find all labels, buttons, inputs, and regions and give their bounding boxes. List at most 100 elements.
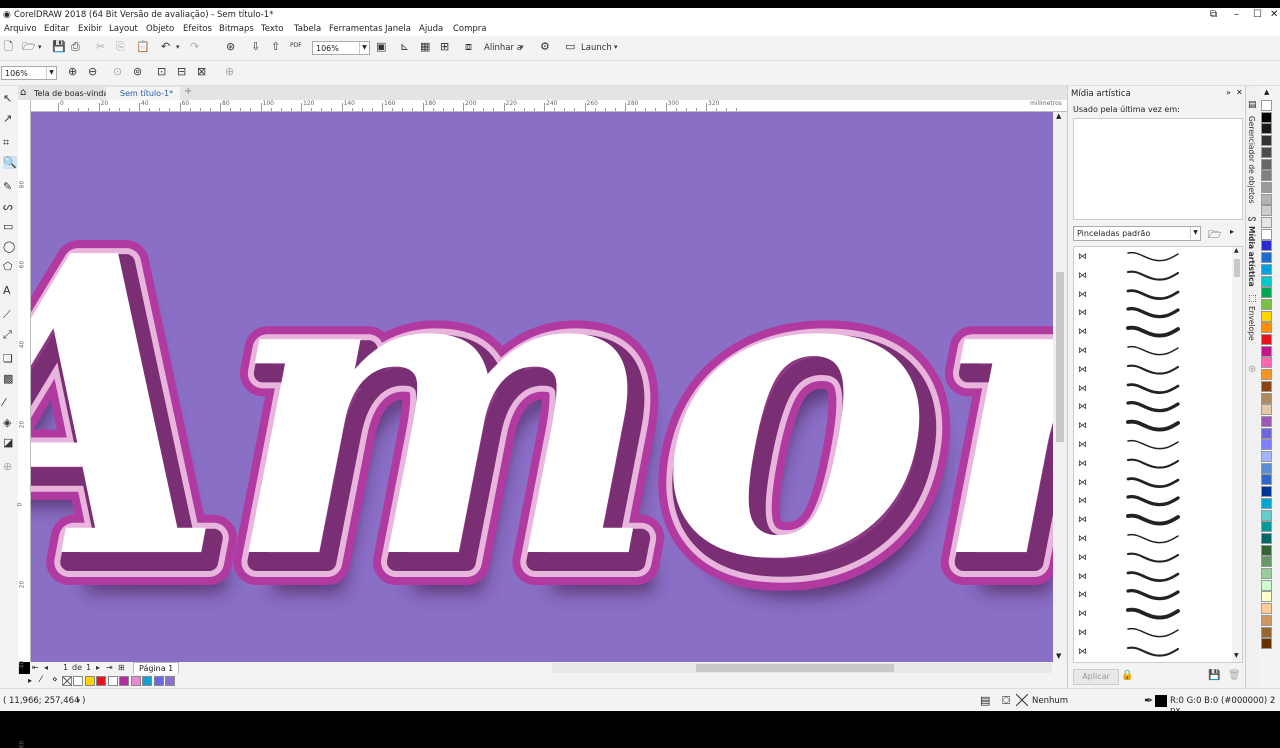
save-icon[interactable]: 💾 (52, 41, 66, 53)
document-color-swatch[interactable] (119, 676, 129, 686)
document-color-swatch[interactable] (73, 676, 83, 686)
horizontal-scroll-thumb[interactable] (696, 664, 894, 672)
palette-color-swatch[interactable] (1261, 579, 1272, 591)
palette-color-swatch[interactable] (1261, 158, 1272, 170)
brush-preset-item[interactable]: ⋈ (1074, 531, 1230, 549)
brush-preset-item[interactable]: ⋈ (1074, 456, 1230, 474)
brush-preset-item[interactable]: ⋈ (1074, 305, 1230, 323)
horizontal-scrollbar[interactable] (552, 663, 1052, 673)
shape-tool-icon[interactable]: ↗ (3, 112, 12, 125)
brush-preset-item[interactable]: ⋈ (1074, 437, 1230, 455)
pdf-icon[interactable]: PDF (290, 40, 302, 52)
docker-close-icon[interactable]: ✕ (1236, 88, 1243, 97)
status-menu-icon[interactable]: ▸ (77, 696, 81, 704)
zoom-level-combo[interactable]: 106% ▼ (312, 41, 370, 55)
document-color-swatch[interactable] (142, 676, 152, 686)
palette-color-swatch[interactable] (1261, 217, 1272, 228)
align-dropdown-icon[interactable]: ▾ (520, 41, 524, 53)
print-icon[interactable]: ⎙ (71, 41, 80, 53)
palette-color-swatch[interactable] (1261, 123, 1272, 135)
palette-color-swatch[interactable] (1261, 369, 1272, 381)
redo-icon[interactable]: ↷ (190, 41, 199, 53)
interactive-fill-tool-icon[interactable]: ◈ (3, 416, 11, 429)
palette-color-swatch[interactable] (1261, 205, 1272, 217)
menu-layout[interactable]: Layout (109, 24, 138, 34)
palette-color-swatch[interactable] (1261, 146, 1272, 158)
document-color-swatch[interactable] (96, 676, 106, 686)
palette-color-swatch[interactable] (1261, 486, 1272, 498)
palette-color-swatch[interactable] (1261, 252, 1272, 264)
palette-color-swatch[interactable] (1261, 298, 1272, 310)
search-content-icon[interactable]: ⊛ (226, 41, 235, 53)
brush-preset-item[interactable]: ⋈ (1074, 268, 1230, 286)
palette-color-swatch[interactable] (1261, 614, 1272, 626)
zoom-page-icon[interactable]: ⊡ (157, 66, 166, 78)
zoom-all-icon[interactable]: ⊚ (133, 66, 142, 78)
brush-preset-item[interactable]: ⋈ (1074, 625, 1230, 643)
show-guidelines-icon[interactable]: ⊞ (440, 41, 449, 53)
palette-color-swatch[interactable] (1261, 603, 1272, 615)
palette-color-swatch[interactable] (1261, 334, 1272, 345)
zoom-in-icon[interactable]: ⊕ (68, 66, 77, 78)
palette-color-swatch[interactable] (1261, 263, 1272, 275)
freehand-tool-icon[interactable]: ✎ (3, 180, 12, 193)
palette-color-swatch[interactable] (1261, 638, 1272, 650)
palette-color-swatch[interactable] (1261, 415, 1272, 427)
drawing-canvas[interactable]: Amor Amor Amor Amor Amor (31, 112, 1053, 662)
polygon-tool-icon[interactable]: ⬠ (3, 260, 13, 273)
close-button[interactable]: ✕ (1270, 9, 1278, 20)
palette-color-swatch[interactable] (1261, 181, 1272, 193)
first-page-icon[interactable]: ⇤ (32, 662, 39, 674)
brush-preset-item[interactable]: ⋈ (1074, 399, 1230, 417)
minimize-button[interactable]: – (1234, 9, 1239, 20)
document-color-swatch[interactable] (153, 676, 164, 686)
menu-tabela[interactable]: Tabela (294, 24, 321, 34)
palette-color-swatch[interactable] (1261, 170, 1272, 182)
menu-janela[interactable]: Janela (385, 24, 411, 34)
brush-preset-item[interactable]: ⋈ (1074, 644, 1230, 662)
menu-ferramentas[interactable]: Ferramentas (329, 24, 383, 34)
brush-preset-item[interactable]: ⋈ (1074, 606, 1230, 624)
menu-ajuda[interactable]: Ajuda (419, 24, 443, 34)
brush-preset-item[interactable]: ⋈ (1074, 287, 1230, 305)
docker-flyout-icon[interactable]: ▸ (1230, 227, 1234, 236)
palette-color-swatch[interactable] (1261, 591, 1272, 603)
add-page-icon[interactable]: ⊞ (118, 662, 125, 674)
palette-scroll-up-icon[interactable]: ▲ (1264, 88, 1269, 96)
color-proof-icon[interactable]: ▤ (980, 694, 990, 707)
palette-color-swatch[interactable] (1261, 521, 1272, 533)
palette-color-swatch[interactable] (1261, 427, 1272, 439)
palette-color-swatch[interactable] (1261, 275, 1272, 287)
show-grid-icon[interactable]: ▦ (420, 41, 430, 53)
brush-preset-item[interactable]: ⋈ (1074, 324, 1230, 342)
brush-preset-item[interactable]: ⋈ (1074, 475, 1230, 493)
full-screen-icon[interactable]: ▣ (376, 41, 386, 53)
tab-object-manager[interactable]: Gerenciador de objetos (1247, 116, 1256, 204)
dimension-tool-icon[interactable]: ⟋ (3, 308, 11, 322)
palette-color-swatch[interactable] (1261, 568, 1272, 579)
show-rulers-icon[interactable]: ⊾ (400, 41, 409, 53)
palette-color-swatch[interactable] (1261, 474, 1272, 486)
ellipse-tool-icon[interactable]: ◯ (3, 240, 15, 253)
brush-list-scroll-thumb[interactable] (1234, 259, 1240, 277)
palette-color-swatch[interactable] (1261, 439, 1272, 451)
palette-color-swatch[interactable] (1261, 193, 1272, 205)
snap-icon[interactable]: ⧈ (465, 41, 472, 53)
connector-tool-icon[interactable]: ⤢ (3, 328, 12, 342)
add-docker-icon[interactable]: ⊕ (1248, 364, 1256, 375)
document-color-swatch[interactable] (165, 676, 175, 686)
property-zoom-combo[interactable]: 106% ▼ (1, 66, 57, 80)
palette-color-swatch[interactable] (1261, 404, 1272, 416)
palette-menu-icon[interactable]: ▸ (28, 676, 32, 685)
palette-color-swatch[interactable] (1261, 322, 1272, 334)
envelope-icon[interactable]: ⬚ (1248, 294, 1257, 304)
brush-list-scrollbar[interactable]: ▲ ▼ (1232, 247, 1242, 662)
tab-document[interactable]: Sem título-1* (106, 87, 180, 100)
menu-editar[interactable]: Editar (44, 24, 69, 34)
open-folder-icon[interactable]: 🗁 (22, 41, 36, 53)
scroll-down-icon[interactable]: ▼ (1234, 652, 1239, 659)
restore-icon[interactable]: ⧉ (1210, 9, 1217, 20)
palette-color-swatch[interactable] (1261, 228, 1272, 240)
add-tab-icon[interactable]: + (184, 86, 192, 97)
palette-color-swatch[interactable] (1261, 240, 1272, 252)
